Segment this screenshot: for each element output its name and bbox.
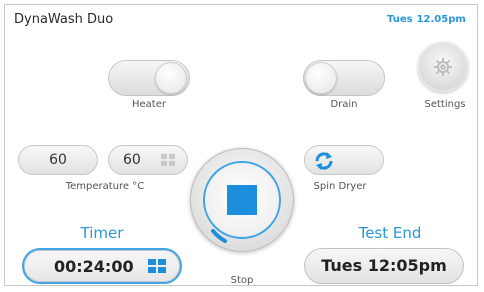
spin-dryer-button[interactable] [304, 145, 384, 175]
temperature-actual-value: 60 [123, 152, 141, 168]
drain-toggle-knob [305, 62, 337, 94]
test-end-field[interactable]: Tues 12:05pm [304, 248, 464, 284]
temperature-label: Temperature °C [65, 181, 145, 192]
test-end-heading: Test End [358, 224, 422, 242]
heater-label: Heater [132, 99, 166, 110]
stop-button-inner [203, 161, 281, 239]
heater-toggle-knob [155, 62, 187, 94]
stop-label: Stop [230, 275, 254, 286]
app-title: DynaWash Duo [14, 12, 114, 27]
drain-toggle[interactable] [303, 60, 385, 96]
spin-dryer-label: Spin Dryer [313, 181, 367, 192]
temperature-actual[interactable]: 60 [108, 145, 188, 175]
temperature-setpoint[interactable]: 60 [18, 145, 98, 175]
keypad-icon [148, 259, 166, 274]
heater-toggle[interactable] [108, 60, 190, 96]
clock-day: Tues [387, 14, 413, 25]
timer-value: 00:24:00 [54, 257, 134, 276]
settings-button[interactable] [418, 42, 468, 92]
clock-time: 12.05pm [416, 14, 466, 25]
spin-icon [315, 152, 333, 170]
clock: Tues 12.05pm [383, 14, 466, 25]
timer-heading: Timer [80, 224, 124, 242]
timer-field[interactable]: 00:24:00 [22, 248, 182, 284]
gear-icon [434, 58, 452, 76]
stop-button[interactable] [190, 148, 294, 252]
settings-label: Settings [424, 99, 466, 110]
keypad-icon [161, 154, 175, 167]
stop-icon [227, 185, 257, 215]
drain-label: Drain [330, 99, 358, 110]
